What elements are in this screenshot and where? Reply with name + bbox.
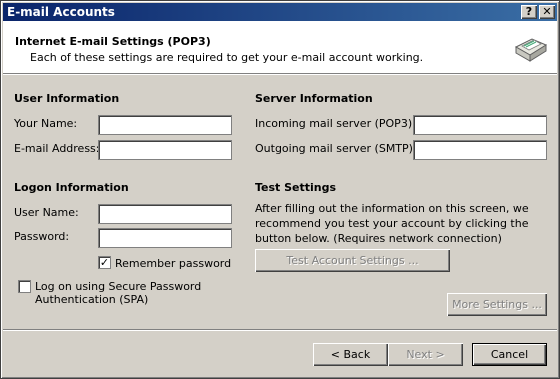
incoming-server-field[interactable] bbox=[413, 115, 547, 135]
wizard-header: Internet E-mail Settings (POP3) Each of … bbox=[3, 21, 557, 73]
next-button[interactable]: Next > bbox=[388, 343, 463, 366]
your-name-label: Your Name: bbox=[14, 117, 78, 130]
spa-label-line2[interactable]: Authentication (SPA) bbox=[35, 293, 148, 306]
header-subtitle: Each of these settings are required to g… bbox=[30, 51, 424, 64]
outgoing-server-label: Outgoing mail server (SMTP): bbox=[255, 142, 417, 155]
help-button[interactable]: ? bbox=[521, 5, 537, 19]
user-name-label: User Name: bbox=[14, 206, 79, 219]
footer-divider bbox=[3, 329, 557, 331]
server-info-heading: Server Information bbox=[255, 92, 373, 105]
remember-password-label[interactable]: Remember password bbox=[115, 257, 231, 270]
password-field[interactable] bbox=[98, 228, 232, 248]
header-divider bbox=[3, 73, 557, 75]
test-settings-description: After filling out the information on thi… bbox=[255, 202, 529, 245]
cancel-button[interactable]: Cancel bbox=[472, 343, 547, 366]
spa-checkbox[interactable] bbox=[18, 280, 31, 293]
email-address-field[interactable] bbox=[98, 140, 232, 160]
header-title: Internet E-mail Settings (POP3) bbox=[15, 35, 211, 48]
user-info-heading: User Information bbox=[14, 92, 120, 105]
user-name-field[interactable] bbox=[98, 204, 232, 224]
checkmark-icon: ✓ bbox=[99, 256, 110, 269]
outgoing-server-field[interactable] bbox=[413, 140, 547, 160]
more-settings-button[interactable]: More Settings ... bbox=[447, 293, 547, 316]
test-settings-heading: Test Settings bbox=[255, 181, 337, 194]
window-title: E-mail Accounts bbox=[7, 5, 115, 19]
incoming-server-label: Incoming mail server (POP3): bbox=[255, 117, 416, 130]
your-name-field[interactable] bbox=[98, 115, 232, 135]
spa-label-line1[interactable]: Log on using Secure Password bbox=[35, 280, 201, 293]
password-label: Password: bbox=[14, 230, 70, 243]
test-account-settings-button[interactable]: Test Account Settings ... bbox=[255, 249, 450, 272]
close-button[interactable]: ✕ bbox=[539, 5, 555, 19]
remember-password-checkbox[interactable]: ✓ bbox=[98, 256, 111, 269]
email-envelope-icon bbox=[514, 38, 548, 62]
back-button[interactable]: < Back bbox=[313, 343, 388, 366]
email-accounts-dialog: E-mail Accounts ? ✕ Internet E-mail Sett… bbox=[0, 0, 560, 379]
title-bar: E-mail Accounts ? ✕ bbox=[3, 3, 557, 21]
logon-info-heading: Logon Information bbox=[14, 181, 129, 194]
email-address-label: E-mail Address: bbox=[14, 142, 100, 155]
